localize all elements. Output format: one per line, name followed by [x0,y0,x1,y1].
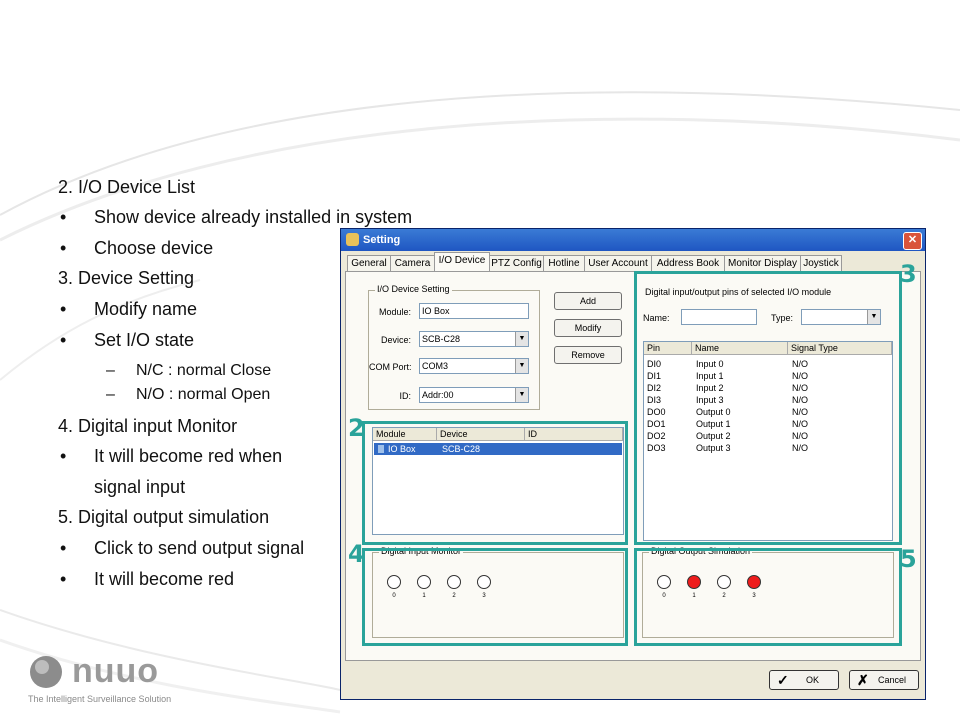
slide-line-text: Modify name [94,299,198,319]
cross-icon: ✗ [857,672,869,688]
tab-joystick[interactable]: Joystick [800,255,842,271]
slide-line-text: Click to send output signal [94,538,305,558]
logo-globe-icon [30,656,62,688]
chevron-down-icon[interactable]: ▼ [515,332,528,346]
ok-label: OK [806,675,820,685]
app-icon [346,233,359,246]
callout-number-5: 5 [900,545,917,573]
id-select[interactable]: Addr:00 ▼ [419,387,529,403]
module-label: Module: [378,307,411,317]
callout-number-2: 2 [348,414,365,442]
dialog-titlebar: Setting ✕ [341,229,925,251]
slide-line-text: Set I/O state [94,330,195,350]
slide-line-text: signal input [94,477,186,497]
close-button[interactable]: ✕ [903,232,922,250]
bullet-marker: • [60,207,67,227]
tab-monitor-display[interactable]: Monitor Display [724,255,801,271]
slide-line-text: 2. I/O Device List [58,177,196,197]
io-device-setting-label: I/O Device Setting [375,284,452,294]
remove-button[interactable]: Remove [554,346,622,364]
cancel-button[interactable]: ✗ Cancel [849,670,919,690]
logo-tagline: The Intelligent Surveillance Solution [28,694,172,704]
slide-line-text: 4. Digital input Monitor [58,416,238,436]
callout-number-3: 3 [900,260,917,288]
chevron-down-icon[interactable]: ▼ [515,359,528,373]
tab-general[interactable]: General [347,255,391,271]
device-select[interactable]: SCB-C28 ▼ [419,331,529,347]
tab-hotline[interactable]: Hotline [543,255,585,271]
ok-button[interactable]: ✓ OK [769,670,839,690]
dialog-title: Setting [363,234,401,246]
tab-camera[interactable]: Camera [390,255,435,271]
slide-line-text: N/O : normal Open [136,386,271,403]
bullet-marker: • [60,569,67,589]
callout-box-pins [634,271,902,545]
bullet-marker: • [60,446,67,466]
logo-brand: nuuo [72,652,160,690]
tab-ptz-config[interactable]: PTZ Config [489,255,544,271]
add-button[interactable]: Add [554,292,622,310]
com-port-value: COM3 [422,361,449,371]
slide-line-text: N/C : normal Close [136,362,272,379]
device-value: SCB-C28 [422,334,461,344]
bullet-marker: • [60,538,67,558]
slide-line-text: 5. Digital output simulation [58,507,270,527]
bullet-marker: • [60,299,67,319]
tab-i-o-device[interactable]: I/O Device [434,252,490,271]
io-device-setting-group: I/O Device Setting Module: IO Box Device… [368,284,540,410]
device-label: Device: [380,335,411,345]
cancel-label: Cancel [878,675,907,685]
slide-line-text: Show device already installed in system [94,207,413,227]
chevron-down-icon[interactable]: ▼ [515,388,528,402]
modify-button[interactable]: Modify [554,319,622,337]
checkmark-icon: ✓ [777,672,789,688]
callout-box-input-monitor [362,548,628,646]
tab-user-account[interactable]: User Account [584,255,652,271]
id-label: ID: [399,391,411,401]
slide-line-text: Choose device [94,238,214,258]
bullet-marker: • [60,330,67,350]
tab-address-book[interactable]: Address Book [651,255,725,271]
callout-box-output-sim [634,548,902,646]
module-input[interactable]: IO Box [419,303,529,319]
callout-box-device-list [362,421,628,545]
dash-marker: – [106,362,115,379]
slide-line-text: 3. Device Setting [58,268,195,288]
callout-number-4: 4 [348,540,365,568]
dash-marker: – [106,386,115,403]
id-value: Addr:00 [422,390,454,400]
slide-line-text: It will become red [94,569,235,589]
bullet-marker: • [60,238,67,258]
com-port-select[interactable]: COM3 ▼ [419,358,529,374]
slide-line-text: It will become red when [94,446,283,466]
com-port-label: COM Port: [369,362,412,372]
